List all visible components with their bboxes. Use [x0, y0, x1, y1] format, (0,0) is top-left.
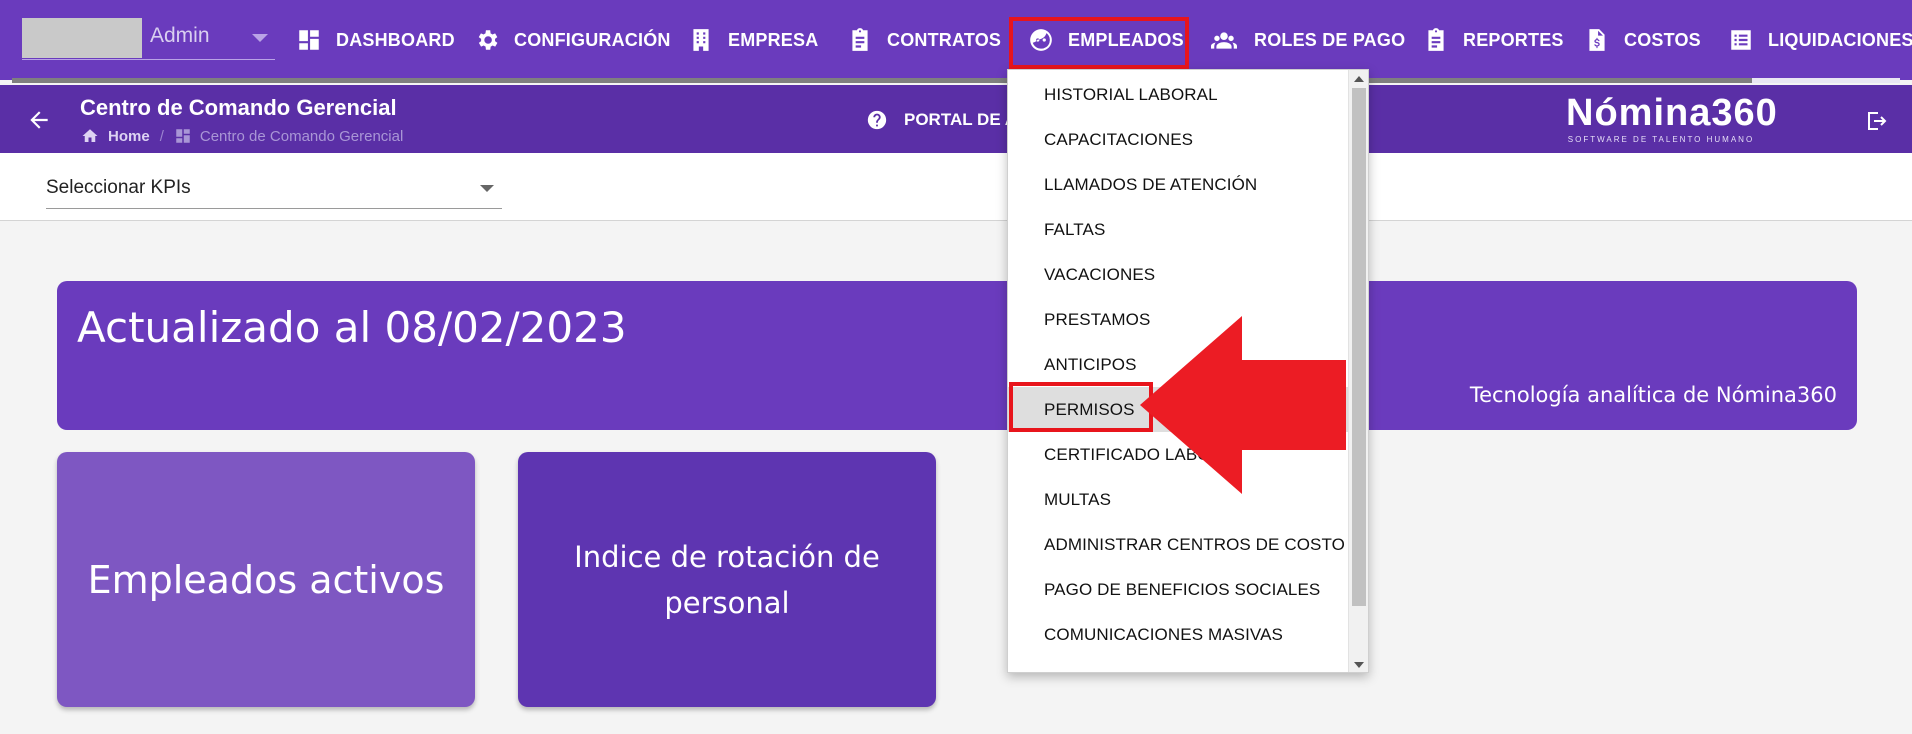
dropdown-scrollbar[interactable]: [1348, 70, 1368, 672]
help-icon: [867, 110, 887, 130]
menu-item-faltas[interactable]: FALTAS: [1008, 207, 1349, 252]
banner-subtitle: Tecnología analítica de Nómina360: [1469, 383, 1837, 407]
nav-reportes[interactable]: REPORTES: [1423, 20, 1564, 60]
home-icon: [82, 129, 98, 142]
red-arrow-icon: [1140, 316, 1346, 494]
nav-label: ROLES DE PAGO: [1254, 29, 1406, 50]
nav-label: EMPRESA: [728, 29, 819, 50]
breadcrumb-current: Centro de Comando Gerencial: [199, 127, 404, 145]
loading-bar: [12, 78, 1752, 83]
menu-item-comunicaciones-masivas[interactable]: COMUNICACIONES MASIVAS: [1008, 612, 1349, 657]
breadcrumb: Home / Centro de Comando Gerencial: [80, 127, 403, 145]
chevron-down-icon: [480, 185, 494, 192]
logout-icon[interactable]: [1864, 109, 1888, 133]
nav-label: REPORTES: [1463, 29, 1564, 50]
menu-item-historial-laboral[interactable]: HISTORIAL LABORAL: [1008, 72, 1349, 117]
banner-title: Actualizado al 08/02/2023: [77, 303, 627, 352]
update-banner: Actualizado al 08/02/2023 Tecnología ana…: [57, 281, 1857, 430]
kpi-card-label: Indice de rotación de personal: [574, 539, 880, 620]
portal-link[interactable]: PORTAL DE A: [866, 109, 1017, 131]
menu-item-vacaciones[interactable]: VACACIONES: [1008, 252, 1349, 297]
nav-label: CONFIGURACIÓN: [514, 29, 671, 50]
nav-contratos[interactable]: CONTRATOS: [847, 20, 1001, 60]
top-navigation-bar: Admin DASHBOARD CONFIGURACIÓN EMPRESA CO…: [0, 0, 1912, 80]
scroll-up-icon[interactable]: [1354, 76, 1364, 82]
menu-item-llamados-de-atencion[interactable]: LLAMADOS DE ATENCIÓN: [1008, 162, 1349, 207]
page-title: Centro de Comando Gerencial: [80, 95, 397, 120]
arrow-back-icon[interactable]: [26, 107, 52, 133]
chevron-down-icon: [252, 34, 268, 42]
dashboard-icon: [299, 30, 319, 50]
clipboard-icon: [852, 28, 868, 51]
brand-name: Nómina360: [1566, 92, 1778, 134]
kpi-select[interactable]: Seleccionar KPIs: [46, 169, 502, 209]
menu-item-administrar-centros-de-costo[interactable]: ADMINISTRAR CENTROS DE COSTO: [1008, 522, 1349, 567]
loading-track-tail: [1752, 78, 1900, 83]
empleados-highlight-box: [1009, 17, 1189, 69]
nav-label: LIQUIDACIONES: [1768, 29, 1912, 50]
brand-tagline: SOFTWARE DE TALENTO HUMANO: [1567, 135, 1755, 144]
user-selector[interactable]: Admin: [22, 18, 275, 60]
breadcrumb-home[interactable]: Home: [108, 128, 150, 145]
kpi-card-empleados-activos[interactable]: Empleados activos: [57, 452, 475, 707]
menu-item-pago-de-beneficios-sociales[interactable]: PAGO DE BENEFICIOS SOCIALES: [1008, 567, 1349, 612]
nav-label: DASHBOARD: [336, 29, 455, 50]
permisos-highlight-box: [1009, 382, 1153, 432]
building-icon: [693, 29, 709, 51]
nav-costos[interactable]: COSTOS: [1584, 20, 1701, 60]
nav-dashboard[interactable]: DASHBOARD: [296, 20, 455, 60]
user-name: Admin: [150, 24, 210, 47]
list-icon: [1731, 30, 1751, 50]
nav-label: COSTOS: [1624, 29, 1701, 50]
clipboard-icon: [1428, 28, 1444, 51]
invoice-icon: [1589, 29, 1605, 51]
nav-label: CONTRATOS: [887, 29, 1002, 50]
kpi-toolbar: Seleccionar KPIs: [0, 153, 1912, 221]
scroll-down-icon[interactable]: [1354, 662, 1364, 668]
kpi-card-indice-rotacion[interactable]: Indice de rotación de personal: [518, 452, 936, 707]
nav-liquidaciones[interactable]: LIQUIDACIONES: [1728, 20, 1912, 60]
nav-roles-de-pago[interactable]: ROLES DE PAGO: [1208, 20, 1405, 60]
page-header: Centro de Comando Gerencial Home / Centr…: [0, 85, 1912, 153]
brand-logo: Nómina360 SOFTWARE DE TALENTO HUMANO: [1566, 92, 1778, 144]
kpi-select-label: Seleccionar KPIs: [46, 177, 191, 198]
group-icon: [1211, 32, 1237, 49]
dashboard-icon: [176, 129, 190, 143]
scrollbar-thumb[interactable]: [1352, 88, 1366, 606]
portal-label: PORTAL DE A: [904, 110, 1018, 129]
menu-item-capacitaciones[interactable]: CAPACITACIONES: [1008, 117, 1349, 162]
gear-icon: [478, 30, 498, 50]
avatar: [22, 18, 142, 58]
nav-empresa[interactable]: EMPRESA: [688, 20, 818, 60]
nav-configuracion[interactable]: CONFIGURACIÓN: [474, 20, 671, 60]
breadcrumb-separator: /: [159, 127, 164, 145]
menu-item-ingresos-de-asistencia[interactable]: INGRESOS DE ASISTENCIA: [1008, 657, 1349, 673]
kpi-card-label: Empleados activos: [87, 557, 445, 602]
